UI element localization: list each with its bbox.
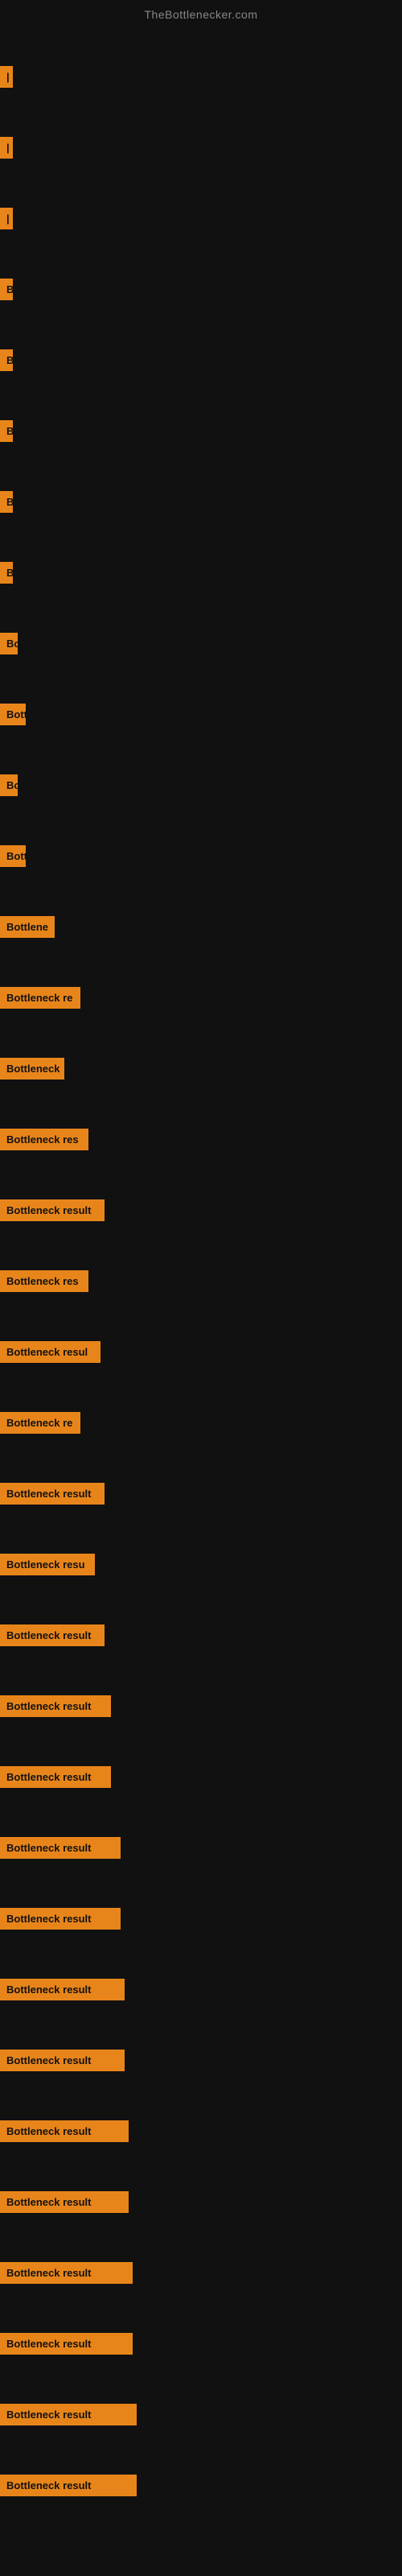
bar-row: Bo (0, 608, 402, 679)
bar-row: Bottleneck result (0, 1458, 402, 1529)
bar-label: | (0, 66, 13, 88)
bar-label: B (0, 491, 13, 513)
bar-label: Bott (0, 845, 26, 867)
bar-label: Bottleneck result (0, 2120, 129, 2142)
bar-label: | (0, 137, 13, 159)
bar-row: B (0, 324, 402, 395)
bar-row: | (0, 41, 402, 112)
bars-container: | | | B B B B B Bo Bott Bo Bott Bottlene Bottleneck r… (0, 25, 402, 2529)
bar-row: Bottleneck result (0, 2237, 402, 2308)
bar-label: | (0, 208, 13, 229)
bar-label: Bott (0, 704, 26, 725)
bar-label: Bottleneck re (0, 987, 80, 1009)
site-title: TheBottlenecker.com (0, 0, 402, 25)
bar-row: Bottleneck result (0, 2095, 402, 2166)
bar-row: Bo (0, 749, 402, 820)
bar-label: Bottleneck result (0, 1199, 105, 1221)
bar-row: B (0, 395, 402, 466)
bar-row: Bottleneck result (0, 2166, 402, 2237)
bar-row: Bottleneck result (0, 1812, 402, 1883)
bar-label: Bottleneck result (0, 1624, 105, 1646)
bar-row: Bottleneck res (0, 1245, 402, 1316)
bar-label: Bo (0, 633, 18, 654)
bar-row: Bottleneck result (0, 2379, 402, 2450)
bar-label: Bottleneck result (0, 1908, 121, 1930)
bar-label: Bottleneck res (0, 1270, 88, 1292)
bar-row: Bottleneck re (0, 1387, 402, 1458)
bar-row: Bottleneck resul (0, 1316, 402, 1387)
bar-label: Bottleneck resu (0, 1554, 95, 1575)
bar-label: B (0, 349, 13, 371)
bar-label: Bottleneck result (0, 2333, 133, 2355)
bar-label: Bottleneck result (0, 2050, 125, 2071)
bar-row: Bottleneck result (0, 1954, 402, 2025)
bar-row: Bott (0, 679, 402, 749)
bar-row: Bottleneck result (0, 2308, 402, 2379)
bar-row: Bottleneck res (0, 1104, 402, 1174)
bar-label: Bottleneck res (0, 1129, 88, 1150)
bar-label: Bottleneck result (0, 1979, 125, 2000)
bar-label: B (0, 279, 13, 300)
bar-row: Bottleneck result (0, 1883, 402, 1954)
bar-label: Bottleneck result (0, 2262, 133, 2284)
bar-label: Bottleneck result (0, 1695, 111, 1717)
bar-row: Bottleneck (0, 1033, 402, 1104)
bar-label: Bottleneck result (0, 2404, 137, 2425)
bar-label: B (0, 562, 13, 584)
bar-row: Bott (0, 820, 402, 891)
bar-row: Bottleneck resu (0, 1529, 402, 1600)
bar-row: Bottlene (0, 891, 402, 962)
bar-row: | (0, 183, 402, 254)
bar-row: Bottleneck result (0, 1174, 402, 1245)
bar-label: Bottleneck re (0, 1412, 80, 1434)
bar-label: Bo (0, 774, 18, 796)
bar-label: Bottleneck result (0, 2191, 129, 2213)
bar-label: Bottleneck result (0, 1483, 105, 1505)
bar-row: Bottleneck result (0, 2450, 402, 2520)
bar-label: Bottleneck (0, 1058, 64, 1080)
bar-label: Bottleneck resul (0, 1341, 100, 1363)
bar-label: Bottleneck result (0, 2475, 137, 2496)
bar-row: B (0, 537, 402, 608)
bar-row: Bottleneck re (0, 962, 402, 1033)
bar-row: B (0, 254, 402, 324)
bar-label: Bottleneck result (0, 1837, 121, 1859)
bar-row: | (0, 112, 402, 183)
bar-label: Bottleneck result (0, 1766, 111, 1788)
bar-label: B (0, 420, 13, 442)
bar-row: B (0, 466, 402, 537)
bar-row: Bottleneck result (0, 1600, 402, 1670)
bar-row: Bottleneck result (0, 1741, 402, 1812)
bar-label: Bottlene (0, 916, 55, 938)
bar-row: Bottleneck result (0, 2025, 402, 2095)
bar-row: Bottleneck result (0, 1670, 402, 1741)
